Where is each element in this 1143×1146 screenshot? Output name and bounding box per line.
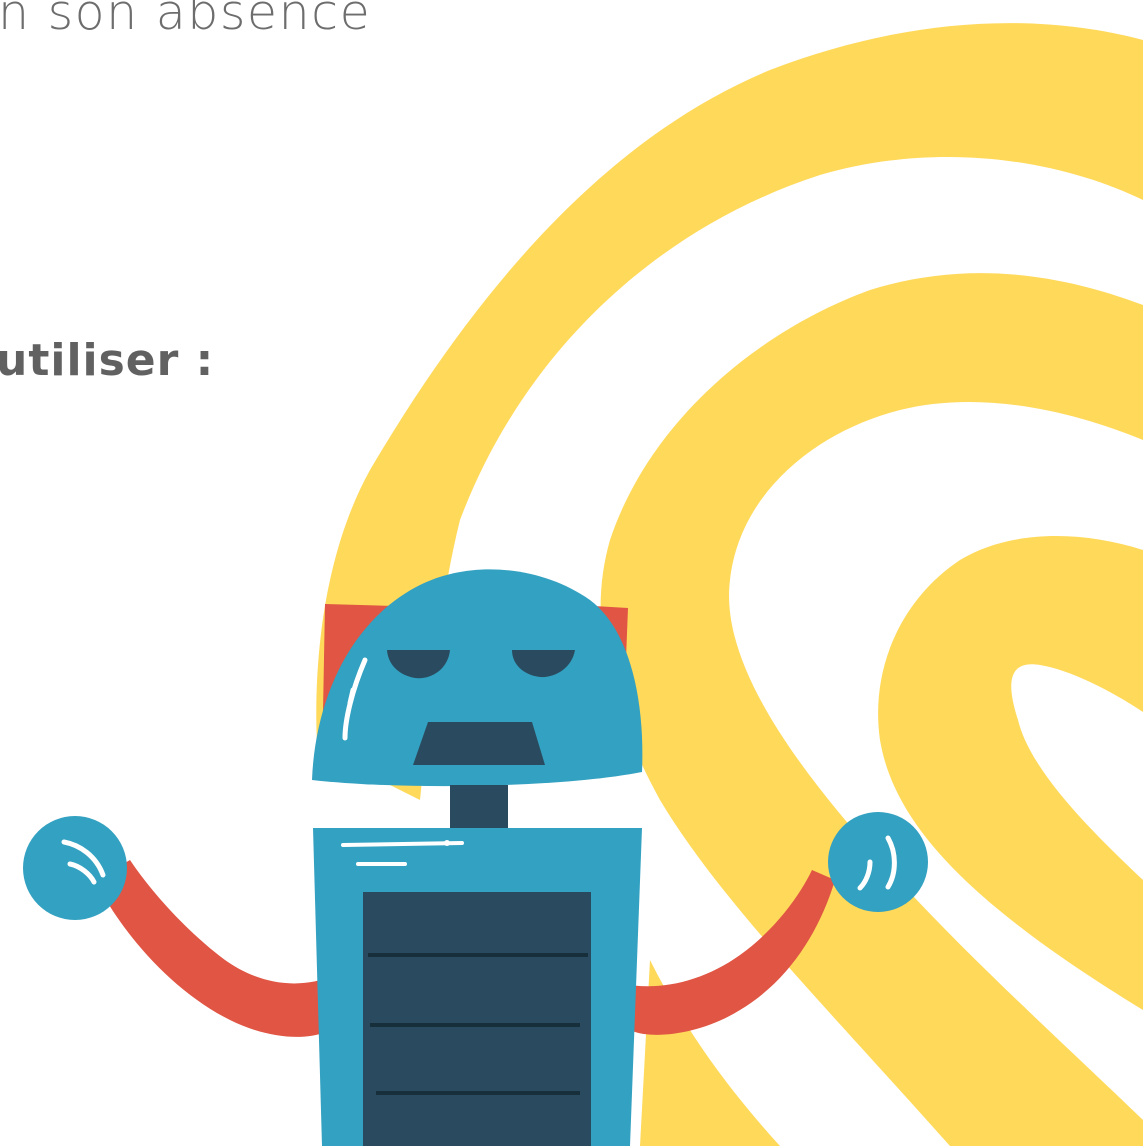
- robot-illustration: [23, 23, 1143, 1146]
- heading-fragment: n son absence: [0, 0, 372, 41]
- neck: [450, 785, 508, 833]
- mouth: [413, 722, 545, 765]
- chest-panel: [363, 892, 591, 1146]
- left-arm: [95, 860, 340, 1037]
- right-fist: [828, 812, 928, 912]
- slide: n son absence utiliser :: [0, 0, 1143, 1146]
- subheading-fragment: utiliser :: [0, 335, 215, 386]
